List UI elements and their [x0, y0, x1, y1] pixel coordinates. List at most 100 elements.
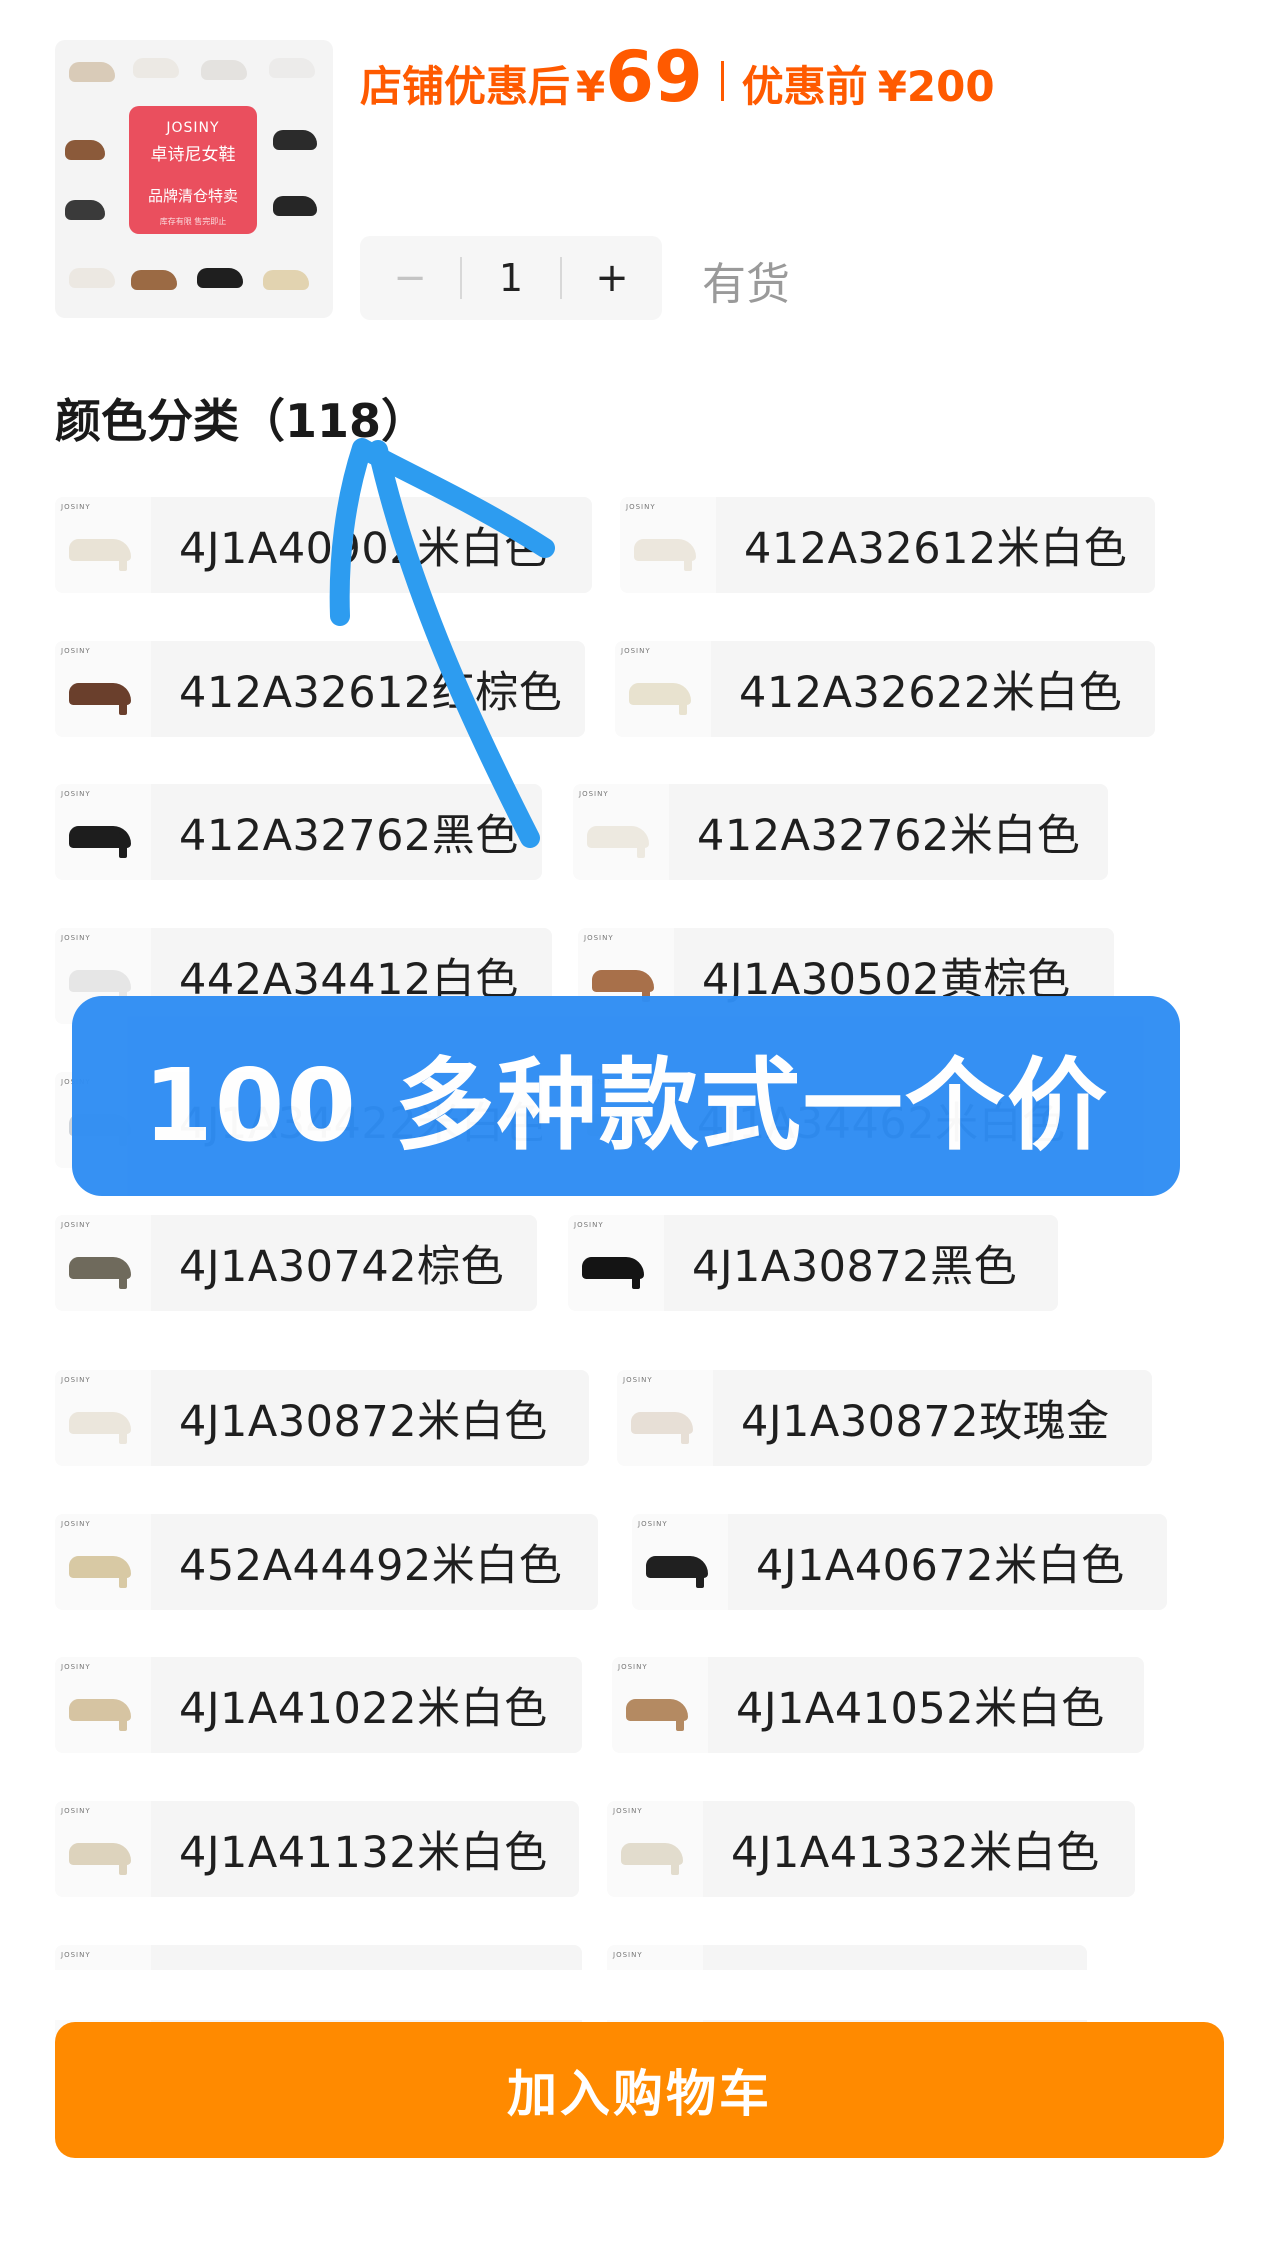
variant-option[interactable]: JOSINY 412A32762米白色 [573, 784, 1108, 880]
variant-label: 4J1A41022米白色 [179, 1684, 548, 1734]
shoe-thumbnail-icon [131, 270, 177, 290]
variant-thumbnail: JOSINY [55, 1657, 151, 1753]
variant-thumbnail: JOSINY [620, 497, 716, 593]
variant-option[interactable]: JOSINY 452A44492米白色 [55, 1514, 598, 1610]
promo-tagline: 品牌清仓特卖 [147, 187, 238, 205]
variant-label: 4J1A30872玫瑰金 [741, 1397, 1110, 1447]
variant-brand-tag: JOSINY [621, 647, 651, 655]
shoe-thumbnail-icon [269, 58, 315, 78]
quantity-value[interactable]: 1 [462, 256, 560, 300]
currency-symbol: ¥ [576, 62, 606, 111]
variant-brand-tag: JOSINY [61, 790, 91, 798]
variant-option[interactable]: JOSINY 4J1A41332米白色 [607, 1801, 1135, 1897]
variant-thumbnail: JOSINY [612, 1657, 708, 1753]
shoe-heel-icon [119, 1849, 127, 1875]
shoe-thumbnail-icon [133, 58, 179, 78]
shoe-thumbnail-icon [273, 196, 317, 216]
product-thumbnail[interactable]: JOSINY 卓诗尼女鞋 品牌清仓特卖 库存有限 售完即止 [55, 40, 333, 318]
variant-thumbnail: JOSINY [607, 1801, 703, 1897]
shoe-heel-icon [696, 1562, 704, 1588]
variant-option[interactable]: JOSINY 4J1A40902米白色 [55, 497, 592, 593]
variant-option[interactable]: JOSINY 4J1A40672米白色 [632, 1514, 1167, 1610]
add-to-cart-button[interactable]: 加入购物车 [55, 2022, 1224, 2158]
variant-label: 4J1A40902米白色 [179, 524, 548, 574]
variant-option[interactable]: JOSINY 4J1A41052米白色 [612, 1657, 1144, 1753]
price-before-label: 优惠前 [741, 62, 868, 111]
variant-option[interactable]: JOSINY 4J1A30742棕色 [55, 1215, 537, 1311]
variant-thumbnail: JOSINY [55, 784, 151, 880]
variant-thumbnail: JOSINY [617, 1370, 713, 1466]
shoe-heel-icon [679, 689, 687, 715]
variant-brand-tag: JOSINY [61, 1376, 91, 1384]
variant-option[interactable]: JOSINY 412A32612红棕色 [55, 641, 585, 737]
variant-option[interactable]: JOSINY 4J1A41022米白色 [55, 1657, 582, 1753]
price-line: 店铺优惠后 ¥ 69 优惠前 ¥200 [360, 36, 995, 126]
shoe-thumbnail-icon [69, 268, 115, 288]
variant-thumbnail: JOSINY [573, 784, 669, 880]
variant-thumbnail: JOSINY [568, 1215, 664, 1311]
shoe-thumbnail-icon [197, 268, 243, 288]
variant-thumbnail: JOSINY [55, 1801, 151, 1897]
variant-label: 412A32612红棕色 [179, 668, 563, 718]
variant-brand-tag: JOSINY [61, 1807, 91, 1815]
variant-label: 4J1A41132米白色 [179, 1828, 548, 1878]
shoe-heel-icon [637, 832, 645, 858]
variant-label: 4J1A41332米白色 [731, 1828, 1100, 1878]
variant-option[interactable]: JOSINY 412A32762黑色 [55, 784, 542, 880]
variant-label: 412A32622米白色 [739, 668, 1123, 718]
promo-brand: JOSINY [166, 120, 220, 136]
shoe-heel-icon [119, 1562, 127, 1588]
variant-label: 4J1A41052米白色 [736, 1684, 1105, 1734]
variant-brand-tag: JOSINY [584, 934, 614, 942]
decrease-quantity-button[interactable]: − [360, 255, 460, 301]
variant-thumbnail: JOSINY [55, 1514, 151, 1610]
variant-option[interactable]: JOSINY 4J1A30872黑色 [568, 1215, 1058, 1311]
increase-quantity-button[interactable]: + [562, 255, 662, 301]
promo-badge: JOSINY 卓诗尼女鞋 品牌清仓特卖 库存有限 售完即止 [129, 106, 257, 234]
variant-option[interactable]: JOSINY 4J1A41132米白色 [55, 1801, 579, 1897]
variant-brand-tag: JOSINY [638, 1520, 668, 1528]
variant-option[interactable]: JOSINY 4J1A30872玫瑰金 [617, 1370, 1152, 1466]
variant-label: 4J1A30872米白色 [179, 1397, 548, 1447]
variant-brand-tag: JOSINY [623, 1376, 653, 1384]
quantity-stepper: − 1 + [360, 236, 662, 320]
variant-brand-tag: JOSINY [61, 1951, 91, 1959]
price-after-label: 店铺优惠后 [360, 62, 571, 111]
shoe-heel-icon [671, 1849, 679, 1875]
variant-brand-tag: JOSINY [61, 1221, 91, 1229]
shoe-heel-icon [119, 545, 127, 571]
variant-label: 412A32762黑色 [179, 811, 519, 861]
shoe-thumbnail-icon [69, 62, 115, 82]
variant-brand-tag: JOSINY [61, 1520, 91, 1528]
variant-section-title: 颜色分类（118） [55, 394, 428, 448]
variant-brand-tag: JOSINY [61, 934, 91, 942]
variant-option[interactable]: JOSINY 412A32612米白色 [620, 497, 1155, 593]
shoe-thumbnail-icon [65, 140, 105, 160]
variant-brand-tag: JOSINY [613, 1951, 643, 1959]
variant-thumbnail: JOSINY [55, 641, 151, 737]
variant-brand-tag: JOSINY [61, 647, 91, 655]
variant-label: 4J1A30742棕色 [179, 1242, 505, 1292]
shoe-heel-icon [676, 1705, 684, 1731]
shoe-heel-icon [119, 1418, 127, 1444]
variant-label: 412A32612米白色 [744, 524, 1128, 574]
variant-brand-tag: JOSINY [61, 503, 91, 511]
price-divider [720, 61, 724, 101]
variant-brand-tag: JOSINY [626, 503, 656, 511]
shoe-thumbnail-icon [65, 200, 105, 220]
shoe-heel-icon [681, 1418, 689, 1444]
shoe-heel-icon [119, 1263, 127, 1289]
variant-thumbnail: JOSINY [55, 497, 151, 593]
variant-brand-tag: JOSINY [613, 1807, 643, 1815]
price-before: ¥200 [877, 62, 995, 111]
variant-brand-tag: JOSINY [579, 790, 609, 798]
overlay-banner: 100 多种款式一个价 [72, 996, 1180, 1196]
variant-brand-tag: JOSINY [618, 1663, 648, 1671]
variant-option[interactable]: JOSINY 412A32622米白色 [615, 641, 1155, 737]
shoe-thumbnail-icon [201, 60, 247, 80]
variant-brand-tag: JOSINY [574, 1221, 604, 1229]
overlay-banner-text: 100 多种款式一个价 [143, 1046, 1109, 1164]
variant-brand-tag: JOSINY [61, 1663, 91, 1671]
shoe-heel-icon [684, 545, 692, 571]
variant-option[interactable]: JOSINY 4J1A30872米白色 [55, 1370, 589, 1466]
